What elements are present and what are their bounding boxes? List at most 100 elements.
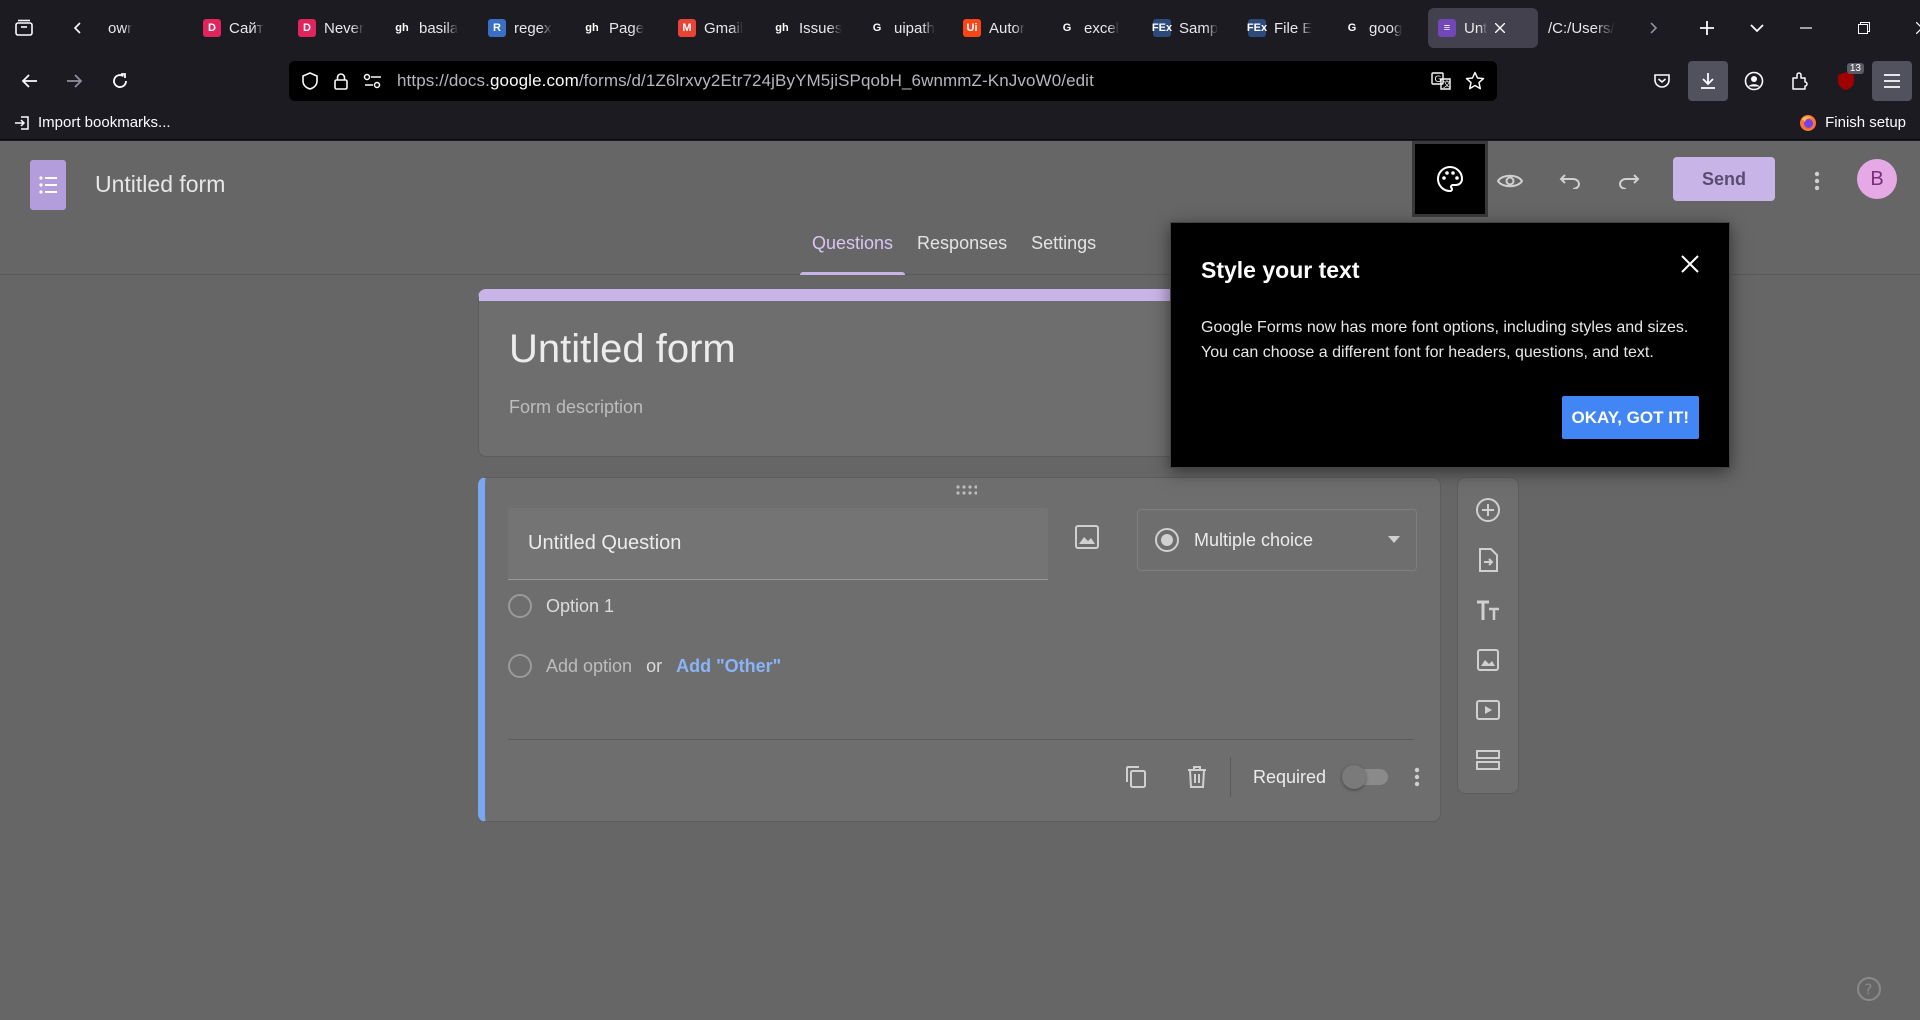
google-forms-logo-icon[interactable] <box>30 160 66 210</box>
tab-questions[interactable]: Questions <box>800 233 906 275</box>
pocket-icon[interactable] <box>1642 61 1682 101</box>
close-tab-icon[interactable] <box>1495 23 1506 33</box>
svg-text:?: ? <box>1865 981 1873 999</box>
tab-title: Samp <box>1179 19 1219 37</box>
tab-favicon-icon: FEx <box>1152 19 1172 37</box>
browser-nav-bar: https://docs.google.com/forms/d/1Z6lrxvy… <box>0 56 1920 106</box>
reload-icon[interactable] <box>100 61 140 101</box>
tab-title: Autor <box>989 19 1025 37</box>
option-row[interactable]: Option 1 <box>508 594 614 618</box>
downloads-icon[interactable] <box>1688 61 1728 101</box>
browser-tab[interactable]: /C:/Users/ <box>1538 8 1633 48</box>
or-text: or <box>646 655 663 676</box>
finish-setup-link[interactable]: Finish setup <box>1799 114 1906 132</box>
address-bar[interactable]: https://docs.google.com/forms/d/1Z6lrxvy… <box>289 61 1497 101</box>
browser-tab[interactable]: M Gmail <box>668 8 763 48</box>
form-description[interactable]: Form description <box>509 397 643 418</box>
preview-eye-icon[interactable] <box>1490 161 1530 201</box>
import-bookmarks-link[interactable]: Import bookmarks... <box>14 114 171 131</box>
undo-icon[interactable] <box>1550 161 1590 201</box>
tab-overview-icon[interactable] <box>4 8 44 48</box>
question-card[interactable]: Untitled Question Multiple choice Option… <box>478 477 1441 822</box>
add-title-text-icon[interactable] <box>1468 590 1508 630</box>
account-avatar[interactable]: B <box>1857 159 1897 199</box>
browser-tab[interactable]: gh basila <box>383 8 478 48</box>
browser-tab[interactable]: Rregex <box>478 8 573 48</box>
close-window-icon[interactable] <box>1893 8 1920 48</box>
restore-icon[interactable] <box>1835 8 1893 48</box>
tab-title: owr <box>108 19 133 37</box>
add-other-link[interactable]: Add "Other" <box>676 656 781 677</box>
okay-got-it-button[interactable]: OKAY, GOT IT! <box>1561 396 1699 439</box>
add-question-icon[interactable] <box>1468 490 1508 530</box>
translate-icon[interactable]: G文 <box>1431 71 1451 91</box>
scroll-tabs-left-icon[interactable] <box>58 8 98 48</box>
add-image-icon[interactable] <box>1074 524 1100 550</box>
bookmarks-bar: Import bookmarks... Finish setup <box>0 106 1920 140</box>
redo-icon[interactable] <box>1609 161 1649 201</box>
account-icon[interactable] <box>1734 61 1774 101</box>
browser-tab[interactable]: ≡ Unt <box>1428 8 1538 48</box>
add-image-toolbar-icon[interactable] <box>1468 640 1508 680</box>
add-option-radio <box>508 654 532 678</box>
ublock-extension-icon[interactable]: 13 <box>1826 61 1866 101</box>
close-icon[interactable] <box>1681 255 1699 273</box>
required-label: Required <box>1252 766 1326 787</box>
new-tab-icon[interactable] <box>1687 8 1727 48</box>
browser-tab[interactable]: Ggoog <box>1333 8 1428 48</box>
add-option-button[interactable]: Add option <box>546 656 632 677</box>
forward-icon[interactable] <box>54 61 94 101</box>
more-options-icon[interactable] <box>1797 161 1837 201</box>
app-menu-icon[interactable] <box>1872 61 1912 101</box>
document-title[interactable]: Untitled form <box>95 171 225 198</box>
tab-responses[interactable]: Responses <box>905 233 1019 275</box>
browser-tab[interactable]: FEx Samp <box>1143 8 1238 48</box>
option-label[interactable]: Option 1 <box>546 596 614 617</box>
delete-trash-icon[interactable] <box>1186 765 1208 789</box>
tracking-protection-icon[interactable] <box>301 72 319 90</box>
question-type-label: Multiple choice <box>1194 529 1314 550</box>
question-type-select[interactable]: Multiple choice <box>1137 509 1417 571</box>
browser-tab[interactable]: D Never <box>288 8 383 48</box>
tab-favicon-icon: gh <box>775 22 789 34</box>
import-bookmarks-label: Import bookmarks... <box>38 114 171 131</box>
tab-favicon-icon: D <box>298 19 316 37</box>
question-title-input[interactable]: Untitled Question <box>508 508 1048 580</box>
extensions-icon[interactable] <box>1780 61 1820 101</box>
browser-tab[interactable]: Gexcel <box>1048 8 1143 48</box>
bookmark-star-icon[interactable] <box>1465 71 1485 91</box>
tab-title: basila <box>419 19 459 37</box>
browser-tab[interactable]: owr <box>98 8 193 48</box>
import-questions-icon[interactable] <box>1468 540 1508 580</box>
required-toggle[interactable] <box>1342 765 1388 789</box>
back-icon[interactable] <box>10 61 50 101</box>
browser-tab[interactable]: FEx File E <box>1238 8 1333 48</box>
send-button[interactable]: Send <box>1673 157 1775 201</box>
question-more-icon[interactable] <box>1414 767 1420 787</box>
add-video-icon[interactable] <box>1468 690 1508 730</box>
browser-tab[interactable]: Ui Autor <box>953 8 1048 48</box>
lock-icon[interactable] <box>333 72 349 90</box>
browser-tab[interactable]: gh Page <box>573 8 668 48</box>
customize-theme-button[interactable] <box>1412 141 1488 217</box>
tab-favicon-icon: Ui <box>963 19 981 37</box>
tab-title: regex <box>514 19 552 37</box>
import-icon <box>14 115 30 131</box>
help-icon[interactable]: ? <box>1856 976 1882 1002</box>
minimize-icon[interactable] <box>1777 8 1835 48</box>
tab-settings[interactable]: Settings <box>1019 233 1108 275</box>
drag-handle-icon[interactable] <box>955 484 977 496</box>
option-radio <box>508 594 532 618</box>
url-text[interactable]: https://docs.google.com/forms/d/1Z6lrxvy… <box>397 71 1417 91</box>
browser-tab[interactable]: gh Issues <box>763 8 858 48</box>
browser-tab[interactable]: D Сайт <box>193 8 288 48</box>
browser-tab[interactable]: Guipath <box>858 8 953 48</box>
page-permissions-icon[interactable] <box>363 72 383 90</box>
form-title[interactable]: Untitled form <box>509 327 736 372</box>
duplicate-icon[interactable] <box>1124 765 1148 789</box>
scroll-tabs-right-icon[interactable] <box>1633 8 1673 48</box>
tab-title: uipath <box>894 19 935 37</box>
list-all-tabs-icon[interactable] <box>1737 8 1777 48</box>
add-section-icon[interactable] <box>1468 740 1508 780</box>
tab-title: Issues <box>799 19 843 37</box>
